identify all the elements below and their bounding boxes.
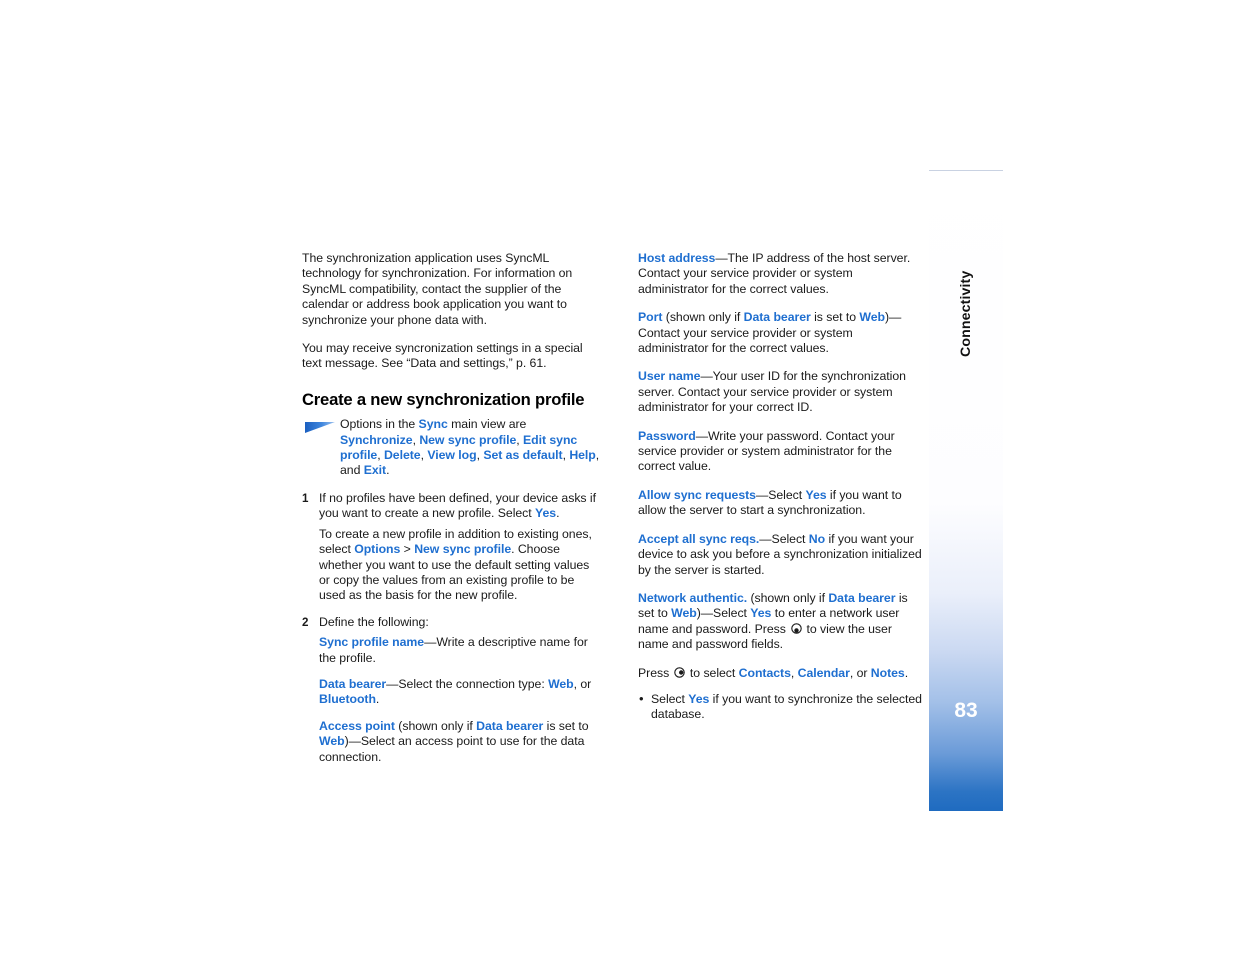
right-text-column: Host address—The IP address of the host …	[638, 251, 922, 729]
step-1: 1 If no profiles have been defined, your …	[302, 491, 602, 522]
ui-term-notes: Notes	[870, 665, 905, 680]
intro-paragraph-2-text: You may receive syncronization settings …	[302, 341, 583, 371]
intro-paragraph-2: You may receive syncronization settings …	[302, 341, 602, 372]
ui-term-new-sync-profile: New sync profile	[419, 432, 517, 447]
tip-text-10: .	[386, 463, 390, 478]
setting-network-authentic: Network authentic. (shown only if Data b…	[638, 591, 922, 653]
tip-text-1: Options in the	[340, 417, 419, 432]
ui-term-accept-all-sync-reqs: Accept all sync reqs.	[638, 531, 760, 546]
step-1-sub-text-2: >	[400, 542, 415, 557]
ui-term-network-authentic: Network authentic.	[638, 590, 748, 605]
setting-data-bearer-text-3: .	[375, 692, 380, 707]
bullet-select-yes: • Select Yes if you want to synchronize t…	[638, 690, 922, 723]
ui-term-data-bearer-2: Data bearer	[476, 718, 544, 733]
tip-text-4: ,	[516, 432, 523, 447]
ui-term-password: Password	[638, 428, 696, 443]
step-2-text: Define the following:	[319, 614, 429, 629]
ui-term-yes-3: Yes	[750, 606, 772, 621]
intro-paragraph-1-text: The synchronization application uses Syn…	[302, 251, 573, 327]
ui-term-web-2: Web	[319, 734, 345, 749]
setting-password: Password—Write your password. Contact yo…	[638, 429, 922, 475]
press-to-select-text-2: to select	[686, 665, 739, 680]
ui-term-synchronize: Synchronize	[340, 432, 413, 447]
setting-user-name: User name—Your user ID for the synchroni…	[638, 369, 922, 415]
setting-access-point-text-2: is set to	[543, 718, 589, 733]
ui-term-yes: Yes	[535, 506, 557, 521]
press-to-select-text-1: Press	[638, 665, 673, 680]
tip-text-5: ,	[377, 448, 384, 463]
ui-term-data-bearer-3: Data bearer	[743, 310, 811, 325]
ui-term-exit: Exit	[363, 463, 387, 478]
ui-term-user-name: User name	[638, 369, 701, 384]
step-2-number: 2	[302, 615, 309, 629]
setting-sync-profile-name: Sync profile name—Write a descriptive na…	[302, 635, 602, 666]
tip-arrow-icon	[305, 422, 335, 434]
ui-term-bluetooth: Bluetooth	[319, 692, 376, 707]
setting-data-bearer-text-2: , or	[573, 676, 592, 691]
ui-term-calendar: Calendar	[797, 665, 850, 680]
ui-term-no: No	[808, 531, 826, 546]
ui-term-allow-sync-requests: Allow sync requests	[638, 487, 756, 502]
tip-text-2: main view are	[447, 417, 527, 432]
press-to-select-text-3: ,	[790, 665, 798, 680]
step-2: 2 Define the following:	[302, 615, 602, 630]
bullet-text-1: Select	[651, 691, 689, 706]
setting-access-point: Access point (shown only if Data bearer …	[302, 719, 602, 765]
section-heading: Create a new synchronization profile	[302, 389, 585, 409]
bullet-marker: •	[639, 690, 644, 706]
step-1-substep: To create a new profile in addition to e…	[302, 527, 602, 604]
setting-data-bearer-text-1: —Select the connection type:	[386, 676, 549, 691]
network-authentic-text-3: )—Select	[696, 606, 751, 621]
scroll-down-key-icon	[790, 623, 802, 634]
ui-term-view-log: View log	[427, 448, 477, 463]
network-authentic-text-1: (shown only if	[747, 590, 829, 605]
setting-accept-all-sync-reqs: Accept all sync reqs.—Select No if you w…	[638, 532, 922, 578]
page-canvas: The synchronization application uses Syn…	[0, 0, 1235, 954]
ui-term-yes-2: Yes	[805, 487, 827, 502]
ui-term-set-as-default: Set as default	[483, 448, 563, 463]
setting-port: Port (shown only if Data bearer is set t…	[638, 310, 922, 356]
setting-port-text-1: (shown only if	[662, 310, 744, 325]
ui-term-access-point: Access point	[319, 718, 395, 733]
intro-paragraph-1: The synchronization application uses Syn…	[302, 251, 602, 328]
setting-allow-sync-text-1: —Select	[755, 487, 806, 502]
setting-host-address: Host address—The IP address of the host …	[638, 251, 922, 297]
setting-port-text-2: is set to	[810, 310, 860, 325]
ui-term-help: Help	[569, 448, 596, 463]
ui-term-new-sync-profile-2: New sync profile	[414, 542, 512, 557]
scroll-right-key-icon	[674, 667, 685, 678]
setting-accept-all-text-1: —Select	[759, 531, 809, 546]
ui-term-contacts: Contacts	[738, 665, 791, 680]
ui-term-delete: Delete	[383, 448, 421, 463]
press-to-select-paragraph: Press to select Contacts, Calendar, or N…	[638, 666, 922, 681]
section-tab-label: Connectivity	[958, 270, 974, 358]
step-1-number: 1	[302, 491, 309, 505]
ui-term-data-bearer-4: Data bearer	[828, 590, 896, 605]
ui-term-options: Options	[354, 542, 401, 557]
setting-access-point-text-1: (shown only if	[394, 718, 477, 733]
step-1-text-2: .	[556, 506, 560, 521]
ui-term-web: Web	[548, 676, 574, 691]
setting-data-bearer: Data bearer—Select the connection type: …	[302, 677, 602, 708]
ui-term-sync-profile-name: Sync profile name	[319, 635, 425, 650]
setting-allow-sync-requests: Allow sync requests—Select Yes if you wa…	[638, 488, 922, 519]
ui-term-web-4: Web	[671, 606, 697, 621]
press-to-select-text-5: .	[904, 665, 909, 680]
ui-term-port: Port	[638, 310, 663, 325]
left-text-column: The synchronization application uses Syn…	[302, 251, 602, 776]
ui-term-web-3: Web	[859, 310, 885, 325]
ui-term-yes-4: Yes	[688, 691, 710, 706]
ui-term-host-address: Host address	[638, 251, 716, 265]
ui-term-sync: Sync	[418, 417, 448, 432]
tip-note-block: Options in the Sync main view are Synchr…	[302, 417, 602, 479]
press-to-select-text-4: , or	[849, 665, 871, 680]
ui-term-data-bearer: Data bearer	[319, 676, 387, 691]
page-number: 83	[954, 699, 978, 722]
section-side-tab: Connectivity 83	[929, 170, 1003, 811]
setting-access-point-text-3: )—Select an access point to use for the …	[319, 734, 585, 764]
